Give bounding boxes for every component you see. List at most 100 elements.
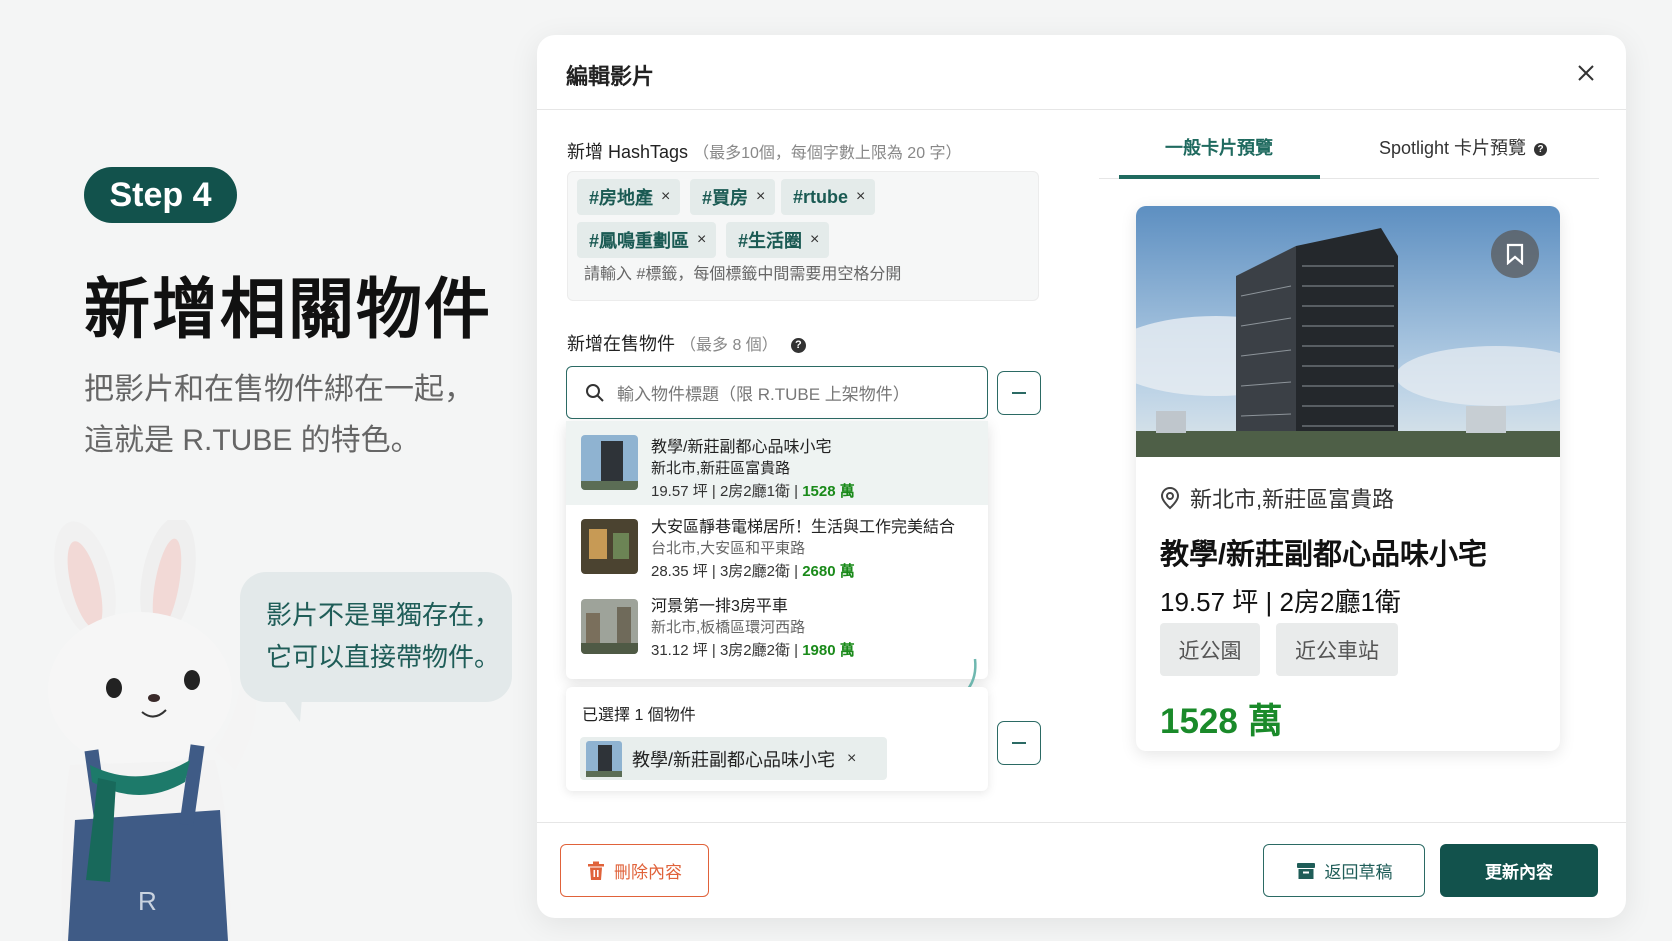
selected-count: 已選擇 1 個物件 — [582, 707, 696, 724]
minus-icon — [1012, 742, 1026, 744]
result-layout: 2房2廳1衛 — [719, 483, 790, 500]
result-layout: 3房2廳2衛 — [719, 563, 790, 580]
speech-bubble-tail — [282, 698, 302, 722]
rabbit-mascot-illustration: R — [48, 520, 257, 941]
listing-thumbnail — [586, 740, 622, 777]
hashtag-input-area[interactable]: #房地產 × #買房 × #rtube × #鳳鳴重劃區 × #生活圈 × 請輸入 #標籤… — [567, 171, 1039, 301]
card-size: 19.57 坪 — [1160, 587, 1259, 617]
remove-tag-icon[interactable]: × — [856, 188, 865, 206]
hashtag-chip[interactable]: #買房 × — [690, 179, 776, 215]
card-price: 1528 萬 — [1160, 702, 1283, 741]
hero-description: 把影片和在售物件綁在一起， 這就是 R.TUBE 的特色。 — [84, 364, 474, 466]
hashtag-text: #鳳鳴重劃區 — [589, 231, 690, 251]
hashtag-text: #生活圈 — [738, 231, 803, 251]
delete-label: 刪除內容 — [614, 863, 682, 882]
help-icon[interactable]: ? — [1534, 143, 1548, 156]
listing-thumbnail — [581, 519, 638, 574]
feature-tag: 近公車站 — [1276, 623, 1398, 676]
archive-icon — [1296, 862, 1316, 880]
feature-tag: 近公園 — [1160, 623, 1260, 676]
update-content-button[interactable]: 更新內容 — [1440, 844, 1598, 897]
hashtag-chip[interactable]: #鳳鳴重劃區 × — [577, 222, 717, 258]
search-placeholder: 輸入物件標題（限 R.TUBE 上架物件） — [617, 385, 910, 404]
result-meta: 19.57 坪 | 2房2廳1衛 | 1528 萬 — [651, 483, 855, 500]
result-size: 28.35 坪 — [651, 563, 708, 580]
hashtag-text: #買房 — [702, 188, 749, 208]
search-icon — [586, 383, 604, 402]
result-size: 31.12 坪 — [651, 642, 708, 659]
return-draft-button[interactable]: 返回草稿 — [1263, 844, 1425, 897]
hashtag-chip[interactable]: #rtube × — [781, 179, 876, 215]
bubble-line-2: 它可以直接帶物件。 — [266, 642, 501, 672]
active-tab-indicator — [1119, 175, 1320, 179]
header-divider — [537, 109, 1626, 110]
listing-thumbnail — [581, 435, 638, 490]
step-badge: Step 4 — [84, 167, 237, 223]
card-address: 新北市,新莊區富貴路 — [1160, 482, 1394, 514]
bookmark-icon — [1506, 243, 1524, 265]
svg-text:R: R — [138, 886, 157, 916]
remove-tag-icon[interactable]: × — [661, 188, 670, 206]
search-result-item[interactable]: 大安區靜巷電梯居所！生活與工作完美結合 台北市,大安區和平東路 28.35 坪 … — [566, 505, 988, 589]
card-title: 教學/新莊副都心品味小宅 — [1160, 539, 1488, 571]
hero-desc-line-2: 這就是 R.TUBE 的特色。 — [84, 424, 421, 457]
speech-bubble: 影片不是單獨存在， 它可以直接帶物件。 — [240, 572, 512, 702]
remove-tag-icon[interactable]: × — [697, 231, 706, 249]
result-address: 新北市,新莊區富貴路 — [651, 460, 791, 477]
hashtags-label: 新增 HashTags （最多10個，每個字數上限為 20 字） — [567, 138, 962, 164]
hero-title: 新增相關物件 — [84, 272, 492, 346]
hero-desc-line-1: 把影片和在售物件綁在一起， — [84, 373, 474, 406]
result-layout: 3房2廳2衛 — [719, 642, 790, 659]
result-title: 大安區靜巷電梯居所！生活與工作完美結合 — [651, 519, 956, 536]
card-separator: | — [1265, 587, 1273, 617]
help-icon[interactable]: ? — [790, 337, 806, 353]
hashtag-chip[interactable]: #房地產 × — [577, 179, 681, 215]
listings-label: 新增在售物件 （最多 8 個） ? — [567, 330, 806, 356]
listing-thumbnail — [581, 599, 638, 654]
bubble-line-1: 影片不是單獨存在， — [266, 600, 501, 630]
selected-listing-title: 教學/新莊副都心品味小宅 — [632, 749, 835, 770]
delete-content-button[interactable]: 刪除內容 — [560, 844, 709, 897]
result-meta: 31.12 坪 | 3房2廳2衛 | 1980 萬 — [651, 642, 855, 659]
card-address-text: 新北市,新莊區富貴路 — [1190, 487, 1395, 512]
listings-label-text: 新增在售物件 — [567, 334, 675, 354]
edit-video-modal: 編輯影片 新增 HashTags （最多10個，每個字數上限為 20 字） #房… — [537, 35, 1626, 918]
hashtag-text: #房地產 — [589, 188, 654, 208]
result-title: 河景第一排3房平車 — [651, 598, 788, 615]
result-address: 新北市,板橋區環河西路 — [651, 619, 806, 636]
search-results-dropdown: 教學/新莊副都心品味小宅 新北市,新莊區富貴路 19.57 坪 | 2房2廳1衛… — [566, 421, 988, 679]
listing-preview-card[interactable]: 新北市,新莊區富貴路 教學/新莊副都心品味小宅 19.57 坪 | 2房2廳1衛… — [1136, 206, 1560, 751]
tab-spotlight-label: Spotlight 卡片預覽 — [1379, 138, 1527, 158]
card-layout: 2房2廳1衛 — [1279, 587, 1401, 617]
footer-divider — [537, 822, 1626, 823]
result-price: 1528 萬 — [802, 483, 855, 500]
listing-search-input[interactable]: 輸入物件標題（限 R.TUBE 上架物件） — [566, 366, 988, 419]
hashtag-input-placeholder: 請輸入 #標籤，每個標籤中間需要用空格分開 — [584, 266, 902, 283]
search-result-item[interactable]: 教學/新莊副都心品味小宅 新北市,新莊區富貴路 19.57 坪 | 2房2廳1衛… — [566, 421, 988, 505]
hashtags-hint: （最多10個，每個字數上限為 20 字） — [693, 145, 962, 162]
close-button[interactable] — [1568, 55, 1604, 91]
remove-tag-icon[interactable]: × — [756, 188, 765, 206]
remove-tag-icon[interactable]: × — [810, 231, 819, 249]
modal-title: 編輯影片 — [566, 64, 655, 89]
tab-general-preview[interactable]: 一般卡片預覽 — [1165, 134, 1273, 160]
result-price: 2680 萬 — [802, 563, 855, 580]
collapse-search-button[interactable] — [997, 371, 1041, 415]
minus-icon — [1012, 392, 1026, 394]
result-address: 台北市,大安區和平東路 — [651, 540, 806, 557]
selected-listing-chip[interactable]: 教學/新莊副都心品味小宅 × — [580, 737, 887, 780]
collapse-selected-button[interactable] — [997, 721, 1041, 765]
trash-icon — [587, 861, 605, 881]
result-title: 教學/新莊副都心品味小宅 — [651, 439, 832, 456]
bookmark-button[interactable] — [1491, 230, 1539, 278]
hashtag-text: #rtube — [793, 186, 849, 207]
remove-listing-icon[interactable]: × — [847, 750, 856, 768]
result-meta: 28.35 坪 | 3房2廳2衛 | 2680 萬 — [651, 563, 855, 580]
hashtags-label-text: 新增 HashTags — [567, 142, 689, 162]
tab-spotlight-preview[interactable]: Spotlight 卡片預覽? — [1379, 134, 1548, 160]
result-price: 1980 萬 — [802, 642, 855, 659]
result-size: 19.57 坪 — [651, 483, 708, 500]
close-icon — [1578, 65, 1594, 81]
hashtag-chip[interactable]: #生活圈 × — [726, 222, 830, 258]
card-meta: 19.57 坪 | 2房2廳1衛 — [1160, 582, 1401, 619]
